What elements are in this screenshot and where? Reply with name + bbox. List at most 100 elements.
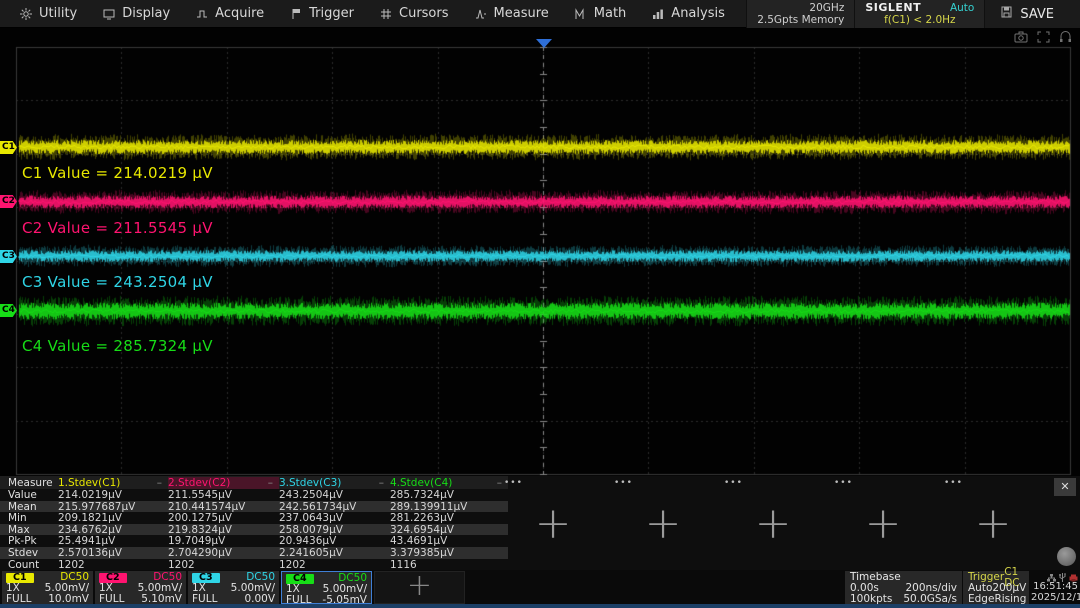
menu-cursors[interactable]: Cursors: [380, 6, 449, 21]
trigger-label: Trigger: [968, 572, 1004, 583]
add-measurement-button[interactable]: +: [971, 504, 1015, 548]
trigger-mode: Auto: [968, 583, 992, 594]
ch4-tag: C4: [286, 574, 314, 584]
time-display: 16:51:45: [1031, 581, 1078, 592]
ch4-status-box[interactable]: C4DC50 1X5.00mV/ FULL-5.05mV: [281, 571, 372, 604]
stat-cell: 289.139911µV: [390, 501, 508, 513]
panel-toggle-icon[interactable]: [1059, 31, 1072, 43]
stat-cell: 200.1275µV: [168, 512, 279, 524]
row-label-mean: Mean: [0, 501, 58, 513]
stat-cell: 215.977687µV: [58, 501, 168, 513]
timebase-box[interactable]: Timebase 0.00s200ns/div 100kpts50.0GSa/s: [845, 571, 962, 604]
ch3-status-box[interactable]: C3DC50 1X5.00mV/ FULL0.00V: [188, 571, 279, 604]
stat-cell: 219.8324µV: [168, 524, 279, 536]
add-channel-button[interactable]: +: [374, 571, 465, 604]
slot-menu-icon[interactable]: •••: [834, 478, 853, 488]
stat-cell: 258.0079µV: [279, 524, 390, 536]
add-measurement-button[interactable]: +: [751, 504, 795, 548]
collapse-icon[interactable]: –: [157, 477, 162, 489]
ch1-scale: 5.00mV/: [45, 583, 89, 594]
measurement-slot-7: ••• +: [718, 476, 828, 570]
graticule-canvas[interactable]: [0, 28, 1080, 476]
stat-cell: 2.241605µV: [279, 547, 390, 559]
acquisition-info[interactable]: 20GHz 2.5Gpts Memory: [746, 0, 854, 28]
menu-items: Utility Display Acquire Trigger Cursors …: [0, 6, 725, 21]
collapse-icon[interactable]: –: [268, 477, 273, 489]
stat-cell: 324.6954µV: [390, 524, 508, 536]
menu-analysis[interactable]: Analysis: [652, 6, 725, 21]
waveform-display-area: C1 C2 C3 C4 C1 Value = 214.0219 µV C2 Va…: [0, 28, 1080, 476]
ch2-status-box[interactable]: C2DC50 1X5.00mV/ FULL5.10mV: [95, 571, 186, 604]
menu-acquire[interactable]: Acquire: [196, 6, 264, 21]
menu-utility[interactable]: Utility: [20, 6, 77, 21]
cursors-icon: [380, 8, 392, 20]
floppy-icon: [1001, 6, 1012, 22]
trigger-status-block[interactable]: SIGLENT Auto f(C1) < 2.0Hz: [854, 0, 984, 28]
ch2-tag: C2: [99, 573, 127, 583]
row-label-max: Max: [0, 524, 58, 536]
ch1-status-box[interactable]: C1DC50 1X5.00mV/ FULL10.0mV: [2, 571, 93, 604]
menu-math[interactable]: Math: [575, 6, 627, 21]
stat-cell: 243.2504µV: [279, 489, 390, 501]
measurement-1-header[interactable]: 1.Stdev(C1)–: [58, 477, 168, 489]
menu-trigger[interactable]: Trigger: [290, 6, 354, 21]
timebase-scale: 200ns/div: [905, 583, 957, 594]
stat-cell: 20.9436µV: [279, 535, 390, 547]
ch4-coupling: DC50: [338, 573, 367, 584]
ch3-value-label: C3 Value = 243.2504 µV: [22, 273, 213, 291]
empty-measurement-slots: ••• + ••• + ••• + ••• + ••• +: [498, 476, 1048, 570]
slot-menu-icon[interactable]: •••: [724, 478, 743, 488]
stat-cell: 1202: [58, 559, 168, 571]
slot-menu-icon[interactable]: •••: [504, 478, 523, 488]
measurement-slot-6: ••• +: [608, 476, 718, 570]
stat-cell: 25.4941µV: [58, 535, 168, 547]
menu-measure[interactable]: Measure: [475, 6, 549, 21]
add-measurement-button[interactable]: +: [641, 504, 685, 548]
waveform-icon: [196, 8, 208, 20]
stat-cell: 2.704290µV: [168, 547, 279, 559]
save-button[interactable]: SAVE: [984, 0, 1080, 28]
menu-utility-label: Utility: [39, 6, 77, 21]
bandwidth-label: 20GHz: [809, 2, 844, 14]
stat-cell: 281.2263µV: [390, 512, 508, 524]
menu-bar: Utility Display Acquire Trigger Cursors …: [0, 0, 1080, 28]
ch3-scale: 5.00mV/: [231, 583, 275, 594]
ch1-coupling: DC50: [60, 572, 89, 583]
menu-cursors-label: Cursors: [399, 6, 449, 21]
menu-display[interactable]: Display: [103, 6, 170, 21]
slot-menu-icon[interactable]: •••: [614, 478, 633, 488]
menu-math-label: Math: [594, 6, 627, 21]
stat-cell: 2.570136µV: [58, 547, 168, 559]
measurement-2-header[interactable]: 2.Stdev(C2)–: [168, 477, 279, 489]
stat-cell: 1202: [168, 559, 279, 571]
stat-cell: 210.441574µV: [168, 501, 279, 513]
oscilloscope-screen: Utility Display Acquire Trigger Cursors …: [0, 0, 1080, 608]
trigger-box[interactable]: TriggerC1 DC Auto200µV EdgeRising: [963, 571, 1029, 604]
add-measurement-button[interactable]: +: [861, 504, 905, 548]
ch3-probe: 1X: [192, 583, 206, 594]
panel-knob-button[interactable]: [1057, 547, 1076, 566]
ch3-tag: C3: [192, 573, 220, 583]
stat-cell: 3.379385µV: [390, 547, 508, 559]
clock-block: 16:51:45 2025/12/19: [1031, 571, 1080, 604]
stat-cell: 237.0643µV: [279, 512, 390, 524]
collapse-icon[interactable]: –: [379, 477, 384, 489]
math-icon: [575, 8, 587, 20]
memory-label: 2.5Gpts Memory: [757, 14, 844, 26]
fullscreen-icon[interactable]: [1037, 31, 1050, 43]
ch2-value-label: C2 Value = 211.5545 µV: [22, 219, 213, 237]
camera-icon[interactable]: [1014, 31, 1028, 43]
measure-header-label: Measure: [0, 477, 58, 489]
add-measurement-button[interactable]: +: [531, 504, 575, 548]
slot-menu-icon[interactable]: •••: [944, 478, 963, 488]
stat-cell: 214.0219µV: [58, 489, 168, 501]
trigger-position-marker[interactable]: [536, 39, 552, 48]
stat-cell: 234.6762µV: [58, 524, 168, 536]
stat-cell: 43.4691µV: [390, 535, 508, 547]
close-icon[interactable]: ✕: [1054, 478, 1076, 496]
timebase-label: Timebase: [850, 572, 901, 583]
measurement-3-header[interactable]: 3.Stdev(C3)–: [279, 477, 390, 489]
measurement-4-header[interactable]: 4.Stdev(C4)–: [390, 477, 508, 489]
stat-cell: 209.1821µV: [58, 512, 168, 524]
row-label-count: Count: [0, 559, 58, 571]
